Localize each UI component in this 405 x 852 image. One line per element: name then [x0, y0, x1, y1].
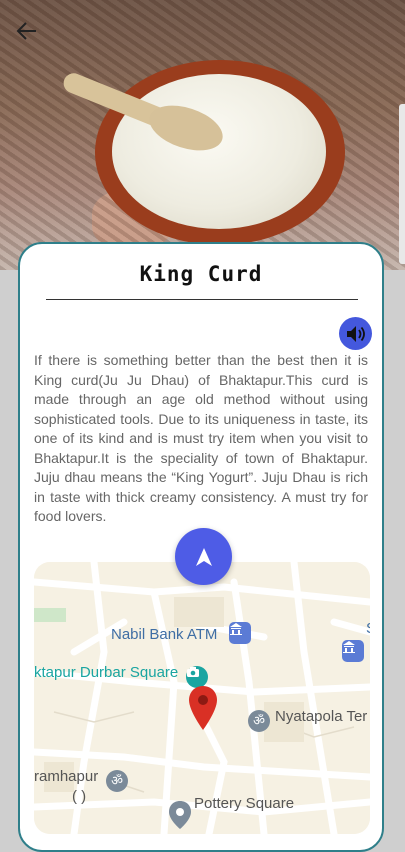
title-divider — [46, 299, 358, 300]
map-label-nyatapola[interactable]: Nyatapola Ter — [275, 708, 367, 725]
temple-poi-icon-bramhapur[interactable]: ॐ — [106, 770, 128, 792]
map-label-edge: S — [366, 620, 370, 637]
speaker-volume-icon — [346, 325, 365, 342]
back-button[interactable] — [12, 16, 42, 46]
navigation-arrow-icon — [195, 547, 212, 566]
temple-poi-icon[interactable]: ॐ — [248, 710, 270, 732]
navigate-button[interactable] — [175, 528, 232, 585]
map-label-nabil-bank[interactable]: Nabil Bank ATM — [111, 626, 217, 643]
detail-card: King Curd If there is something better t… — [18, 242, 384, 852]
side-drawer-handle[interactable] — [399, 104, 405, 264]
map-view[interactable]: Nabil Bank ATM S ktapur Durbar Square ॐ … — [34, 562, 370, 834]
hero-image — [0, 0, 405, 270]
arrow-left-icon — [16, 22, 36, 40]
map-label-durbar-square[interactable]: ktapur Durbar Square — [34, 664, 178, 681]
map-label-bramhapur-sub: ( ) — [72, 788, 87, 805]
page-title: King Curd — [139, 262, 263, 286]
bank-poi-icon[interactable] — [229, 622, 251, 644]
location-pin-icon[interactable] — [188, 685, 218, 731]
map-label-bramhapur[interactable]: ramhapur — [34, 768, 98, 785]
description-text: If there is something better than the be… — [34, 352, 368, 524]
curd-surface — [112, 74, 326, 229]
place-pin-icon[interactable] — [168, 800, 192, 830]
speaker-button[interactable] — [339, 317, 372, 350]
map-label-pottery-square[interactable]: Pottery Square — [194, 795, 294, 812]
bank-poi-icon-right[interactable] — [342, 640, 364, 662]
